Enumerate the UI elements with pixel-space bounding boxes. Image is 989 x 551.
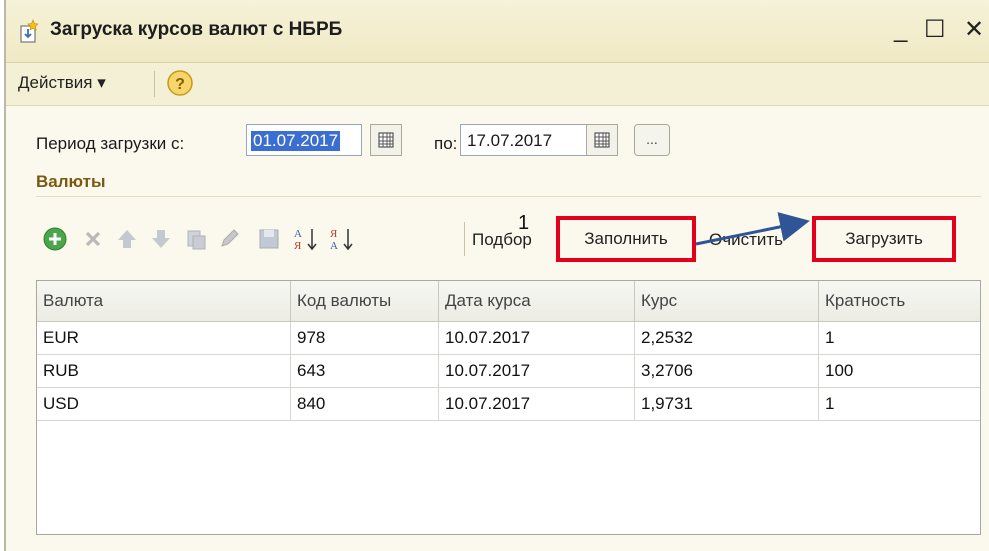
date-from-calendar-button[interactable]	[370, 124, 402, 156]
column-header-multiplicity[interactable]: Кратность	[819, 281, 980, 321]
delete-icon[interactable]	[80, 226, 106, 252]
save-icon[interactable]	[256, 226, 282, 252]
help-icon[interactable]: ?	[166, 69, 194, 97]
close-button[interactable]: ✕	[964, 18, 984, 42]
menu-separator	[154, 71, 155, 97]
cell-currency: USD	[37, 388, 291, 420]
minimize-button[interactable]: _	[894, 18, 907, 42]
cell-date: 10.07.2017	[439, 322, 635, 354]
clear-button[interactable]: Очистить	[709, 230, 783, 250]
cell-multiplicity: 100	[825, 361, 854, 380]
svg-text:Я: Я	[330, 228, 338, 240]
svg-text:А: А	[294, 228, 302, 240]
cell-multiplicity: 1	[825, 394, 835, 413]
cell-code: 643	[291, 355, 439, 387]
date-to-value: 17.07.2017	[467, 131, 553, 150]
column-header-date[interactable]: Дата курса	[439, 281, 635, 321]
move-up-icon[interactable]	[114, 226, 140, 252]
table-row[interactable]: EUR 978 10.07.2017 2,2532 1	[37, 322, 980, 355]
sort-asc-icon[interactable]: А Я	[292, 226, 322, 252]
add-icon[interactable]	[42, 226, 68, 252]
currency-table[interactable]: Валюта Код валюты Дата курса Курс Кратно…	[36, 280, 981, 535]
table-header: Валюта Код валюты Дата курса Курс Кратно…	[37, 281, 980, 322]
cell-code: 840	[291, 388, 439, 420]
fill-button[interactable]: Заполнить	[556, 216, 696, 262]
cell-rate: 3,2706	[635, 355, 819, 387]
sort-desc-icon[interactable]: Я А	[328, 226, 358, 252]
period-select-button[interactable]: ...	[634, 124, 670, 156]
section-divider	[36, 196, 981, 197]
main-window: Загруска курсов валют с НБРБ _ ☐ ✕ Дейст…	[4, 0, 989, 551]
table-row[interactable]: RUB 643 10.07.2017 3,2706 100	[37, 355, 980, 388]
window-title: Загруска курсов валют с НБРБ	[50, 19, 343, 40]
cell-currency: EUR	[37, 322, 291, 354]
menu-bar: Действия ▾ ?	[6, 63, 989, 106]
download-document-icon	[20, 19, 39, 43]
load-button[interactable]: Загрузить	[812, 216, 956, 262]
cell-date: 10.07.2017	[439, 388, 635, 420]
calendar-icon	[594, 132, 610, 148]
cell-date: 10.07.2017	[439, 355, 635, 387]
svg-text:?: ?	[175, 76, 185, 93]
edit-icon[interactable]	[216, 226, 242, 252]
date-from-value: 01.07.2017	[251, 131, 341, 151]
copy-icon[interactable]	[182, 226, 208, 252]
period-label: Период загрузки с:	[36, 134, 185, 153]
column-header-code[interactable]: Код валюты	[291, 281, 439, 321]
toolbar-separator	[464, 222, 465, 256]
maximize-button[interactable]: ☐	[924, 18, 946, 42]
calendar-icon	[378, 132, 394, 148]
period-to-label: по:	[434, 134, 458, 153]
cell-rate: 1,9731	[635, 388, 819, 420]
move-down-icon[interactable]	[148, 226, 174, 252]
annotation-number: 1	[518, 212, 530, 234]
column-header-rate[interactable]: Курс	[635, 281, 819, 321]
title-bar: Загруска курсов валют с НБРБ _ ☐ ✕	[6, 0, 989, 63]
currencies-section-title: Валюты	[36, 172, 106, 191]
actions-menu[interactable]: Действия ▾	[18, 73, 106, 93]
svg-text:Я: Я	[294, 240, 302, 252]
cell-rate: 2,2532	[635, 322, 819, 354]
date-to-field[interactable]: 17.07.2017	[460, 124, 590, 156]
cell-code: 978	[291, 322, 439, 354]
svg-text:А: А	[330, 240, 338, 252]
cell-multiplicity: 1	[825, 328, 835, 347]
date-to-calendar-button[interactable]	[586, 124, 618, 156]
date-from-field[interactable]: 01.07.2017	[246, 124, 362, 156]
column-header-currency[interactable]: Валюта	[37, 281, 291, 321]
table-row[interactable]: USD 840 10.07.2017 1,9731 1	[37, 388, 980, 421]
cell-currency: RUB	[37, 355, 291, 387]
